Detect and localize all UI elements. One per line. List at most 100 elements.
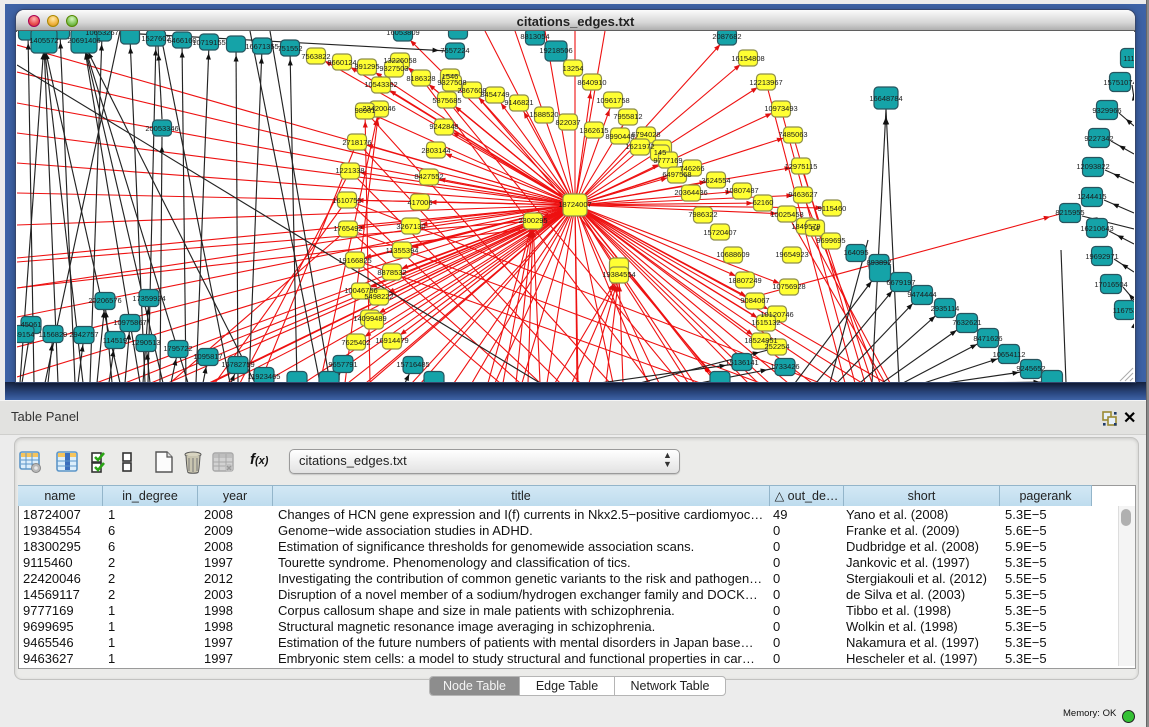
svg-text:9777169: 9777169 xyxy=(653,156,682,165)
svg-text:1733426: 1733426 xyxy=(770,362,799,371)
svg-text:19166825: 19166825 xyxy=(338,256,371,265)
svg-text:8990448: 8990448 xyxy=(605,132,634,141)
svg-text:15136141: 15136141 xyxy=(725,358,758,367)
svg-text:6794028: 6794028 xyxy=(631,130,660,139)
svg-text:1615132: 1615132 xyxy=(751,318,780,327)
svg-text:20206576: 20206576 xyxy=(88,296,121,305)
svg-text:19384554: 19384554 xyxy=(602,270,635,279)
svg-text:893892: 893892 xyxy=(866,258,891,267)
svg-text:1795722: 1795722 xyxy=(163,344,192,353)
svg-text:5498222: 5498222 xyxy=(364,292,393,301)
svg-text:8660124: 8660124 xyxy=(327,58,356,67)
svg-text:12093822: 12093822 xyxy=(1076,162,1109,171)
svg-text:1588520: 1588520 xyxy=(529,110,558,119)
svg-text:891295: 891295 xyxy=(354,62,379,71)
svg-text:9245652: 9245652 xyxy=(1016,364,1045,373)
svg-text:1244415: 1244415 xyxy=(1077,192,1106,201)
svg-text:16782759: 16782759 xyxy=(221,360,254,369)
svg-text:17016504: 17016504 xyxy=(1094,280,1127,289)
svg-text:11923465: 11923465 xyxy=(248,372,281,381)
svg-text:164095: 164095 xyxy=(843,248,868,257)
svg-text:9329966: 9329966 xyxy=(1092,106,1121,115)
svg-text:1610755: 1610755 xyxy=(332,196,361,205)
svg-text:9474444: 9474444 xyxy=(907,290,936,299)
svg-text:17359924: 17359924 xyxy=(132,294,165,303)
svg-text:15720407: 15720407 xyxy=(703,228,736,237)
svg-text:3624554: 3624554 xyxy=(701,176,730,185)
svg-text:16671355: 16671355 xyxy=(245,42,278,51)
svg-text:7485063: 7485063 xyxy=(778,130,807,139)
svg-text:1621972: 1621972 xyxy=(625,142,654,151)
svg-text:9084067: 9084067 xyxy=(740,296,769,305)
svg-text:14099489: 14099489 xyxy=(353,314,386,323)
svg-text:1405572: 1405572 xyxy=(29,36,58,45)
svg-text:12975115: 12975115 xyxy=(785,162,818,171)
svg-text:10975867: 10975867 xyxy=(113,318,146,327)
svg-text:9242848: 9242848 xyxy=(429,122,458,131)
svg-text:417006: 417006 xyxy=(407,198,432,207)
svg-text:12213967: 12213967 xyxy=(749,78,782,87)
svg-text:8813054: 8813054 xyxy=(520,32,549,41)
svg-text:18807249: 18807249 xyxy=(728,276,761,285)
svg-text:5875685: 5875685 xyxy=(432,96,461,105)
svg-text:20691406: 20691406 xyxy=(67,36,100,45)
svg-text:8215955: 8215955 xyxy=(1055,208,1084,217)
svg-text:8186328: 8186328 xyxy=(406,74,435,83)
svg-text:7557224: 7557224 xyxy=(440,46,469,55)
svg-text:64: 64 xyxy=(811,224,819,233)
svg-text:2087682: 2087682 xyxy=(712,32,741,41)
svg-text:39154: 39154 xyxy=(17,330,34,339)
svg-text:7563822: 7563822 xyxy=(301,52,330,61)
svg-text:8471626: 8471626 xyxy=(973,334,1002,343)
svg-text:10973493: 10973493 xyxy=(764,104,797,113)
svg-text:8427552: 8427552 xyxy=(414,172,443,181)
svg-text:2803144: 2803144 xyxy=(421,146,450,155)
svg-text:8640910: 8640910 xyxy=(577,78,606,87)
svg-text:1362615: 1362615 xyxy=(579,126,608,135)
svg-text:15751074: 15751074 xyxy=(1103,78,1134,87)
svg-text:1112: 1112 xyxy=(1123,54,1134,63)
svg-text:16210643: 16210643 xyxy=(1080,224,1113,233)
svg-text:8878532: 8878532 xyxy=(377,268,406,277)
svg-text:11355394: 11355394 xyxy=(386,246,419,255)
svg-text:116753: 116753 xyxy=(1113,306,1134,315)
svg-text:20053346: 20053346 xyxy=(145,124,178,133)
svg-text:45061: 45061 xyxy=(21,320,42,329)
svg-text:19654923: 19654923 xyxy=(775,250,808,259)
svg-text:10654112: 10654112 xyxy=(993,350,1026,359)
svg-text:13254: 13254 xyxy=(563,64,584,73)
svg-text:7632621: 7632621 xyxy=(952,318,981,327)
svg-text:10719155: 10719155 xyxy=(192,38,225,47)
svg-text:114519: 114519 xyxy=(103,336,127,345)
svg-text:9657791: 9657791 xyxy=(328,360,357,369)
svg-text:2935114: 2935114 xyxy=(931,304,960,313)
svg-text:1095817: 1095817 xyxy=(193,352,222,361)
svg-text:746266: 746266 xyxy=(679,164,704,173)
svg-text:3267130: 3267130 xyxy=(396,222,425,231)
svg-text:20364436: 20364436 xyxy=(674,188,707,197)
svg-text:6679197: 6679197 xyxy=(886,278,915,287)
svg-text:9146821: 9146821 xyxy=(504,98,533,107)
svg-text:1527602: 1527602 xyxy=(141,34,170,43)
svg-text:2300295: 2300295 xyxy=(518,216,547,225)
svg-text:9699695: 9699695 xyxy=(816,236,845,245)
svg-text:10961758: 10961758 xyxy=(596,96,629,105)
svg-text:15716485: 15716485 xyxy=(396,360,429,369)
svg-text:7986322: 7986322 xyxy=(688,210,717,219)
svg-text:9227342: 9227342 xyxy=(1084,134,1113,143)
svg-text:98901: 98901 xyxy=(355,106,376,115)
svg-text:1290513: 1290513 xyxy=(131,338,160,347)
svg-text:7625402: 7625402 xyxy=(341,338,370,347)
svg-text:16648784: 16648784 xyxy=(869,94,902,103)
svg-text:19218506: 19218506 xyxy=(539,46,572,55)
svg-text:2942757: 2942757 xyxy=(69,330,98,339)
svg-text:18724007: 18724007 xyxy=(558,200,591,209)
svg-text:751552: 751552 xyxy=(277,44,302,53)
svg-text:16154808: 16154808 xyxy=(731,54,764,63)
svg-text:9463627: 9463627 xyxy=(788,190,817,199)
svg-text:16053809: 16053809 xyxy=(386,31,419,37)
svg-text:10688609: 10688609 xyxy=(716,250,749,259)
svg-text:10756928: 10756928 xyxy=(772,282,805,291)
svg-text:62160: 62160 xyxy=(753,198,774,207)
svg-text:1221338: 1221338 xyxy=(335,166,364,175)
